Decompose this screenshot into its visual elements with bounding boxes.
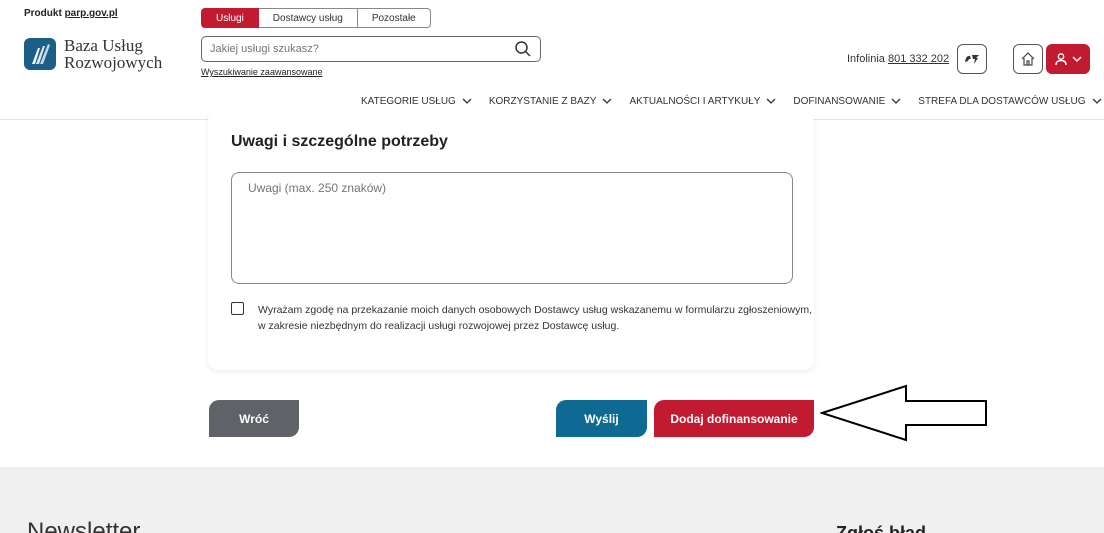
section-title: Uwagi i szczególne potrzeby — [231, 133, 448, 150]
nav-label: AKTUALNOŚCI I ARTYKUŁY — [629, 96, 761, 107]
nav-korzystanie-z-bazy[interactable]: KORZYSTANIE Z BAZY — [489, 96, 613, 107]
nav-dofinansowanie[interactable]: DOFINANSOWANIE — [793, 96, 901, 107]
tab-uslugi[interactable]: Usługi — [201, 8, 259, 28]
product-label: Produkt parp.gov.pl — [24, 8, 118, 19]
newsletter-heading: Newsletter — [27, 518, 141, 533]
consent-checkbox[interactable] — [231, 302, 244, 315]
parp-link[interactable]: parp.gov.pl — [65, 8, 118, 19]
nav-label: STREFA DLA DOSTAWCÓW USŁUG — [918, 96, 1086, 107]
logo-text: Baza Usług Rozwojowych — [64, 37, 162, 71]
nav-kategorie-uslug[interactable]: KATEGORIE USŁUG — [361, 96, 472, 107]
nav-label: DOFINANSOWANIE — [793, 96, 886, 107]
chevron-down-icon — [766, 98, 776, 104]
main-nav: KATEGORIE USŁUG KORZYSTANIE Z BAZY AKTUA… — [361, 96, 1102, 107]
nav-label: KATEGORIE USŁUG — [361, 96, 456, 107]
notes-textarea[interactable] — [231, 172, 793, 284]
product-prefix: Produkt — [24, 8, 65, 19]
search-input[interactable] — [210, 43, 514, 55]
tab-pozostale[interactable]: Pozostałe — [357, 8, 431, 28]
nav-strefa-dostawcow[interactable]: STREFA DLA DOSTAWCÓW USŁUG — [918, 96, 1101, 107]
site-header: Produkt parp.gov.pl Baza Usług Rozwojowy… — [0, 0, 1104, 120]
footer: Newsletter Zgłoś błąd — [0, 467, 1104, 533]
user-menu-button[interactable] — [1046, 44, 1090, 74]
chevron-down-icon — [602, 98, 612, 104]
back-button[interactable]: Wróć — [209, 400, 299, 437]
nav-label: KORZYSTANIE Z BAZY — [488, 96, 597, 107]
nav-aktualnosci[interactable]: AKTUALNOŚCI I ARTYKUŁY — [629, 96, 776, 107]
chevron-down-icon — [891, 98, 901, 104]
search-box — [201, 36, 541, 62]
user-icon — [1055, 53, 1067, 66]
chevron-down-icon — [1092, 98, 1101, 104]
infolinia-label: Infolinia — [847, 53, 888, 65]
search-type-tabs: Usługi Dostawcy usług Pozostałe — [201, 8, 431, 28]
logo[interactable]: Baza Usług Rozwojowych — [24, 37, 162, 71]
chevron-down-icon — [1072, 55, 1082, 62]
chevron-down-icon — [462, 98, 472, 104]
send-button[interactable]: Wyślij — [556, 400, 647, 437]
annotation-arrow-icon — [820, 384, 987, 442]
sign-language-icon — [965, 55, 979, 64]
add-funding-button[interactable]: Dodaj dofinansowanie — [654, 400, 814, 437]
report-error-heading: Zgłoś błąd — [836, 523, 926, 533]
infolinia: Infolinia 801 332 202 — [847, 53, 949, 65]
logo-mark-icon — [24, 38, 56, 70]
advanced-search-link[interactable]: Wyszukiwanie zaawansowane — [201, 67, 322, 77]
tab-dostawcy-uslug[interactable]: Dostawcy usług — [258, 8, 358, 28]
home-button[interactable] — [1013, 44, 1043, 74]
search-icon[interactable] — [514, 40, 532, 58]
infolinia-number[interactable]: 801 332 202 — [888, 53, 949, 65]
home-icon — [1021, 52, 1035, 66]
logo-line-2: Rozwojowych — [64, 53, 163, 72]
sign-language-button[interactable] — [957, 44, 987, 74]
logo-line-1: Baza Usług — [64, 36, 143, 55]
consent-text: Wyrażam zgodę na przekazanie moich danyc… — [258, 304, 812, 332]
